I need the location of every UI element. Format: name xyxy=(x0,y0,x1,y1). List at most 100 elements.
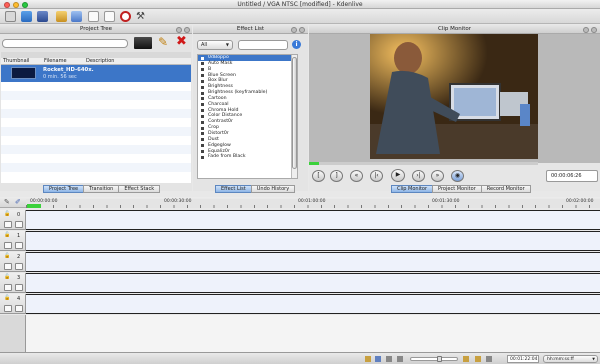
close-panel-icon[interactable] xyxy=(591,26,597,33)
main-toolbar: ⚒ xyxy=(0,9,600,24)
tab-effect-list[interactable]: Effect List xyxy=(215,185,252,193)
info-icon[interactable]: i xyxy=(292,40,301,49)
ruler-tick-label: 00:01:00:00 xyxy=(298,199,326,204)
status-icon[interactable] xyxy=(375,356,381,362)
track-lane[interactable] xyxy=(26,252,600,272)
new-file-icon[interactable] xyxy=(5,11,16,22)
status-icon[interactable] xyxy=(386,356,392,362)
mute-icon[interactable] xyxy=(4,242,12,249)
tab-project-tree[interactable]: Project Tree xyxy=(43,185,85,193)
lock-icon[interactable]: 🔓 xyxy=(4,295,10,301)
set-zone-end-icon[interactable]: ] xyxy=(330,170,343,182)
column-description[interactable]: Description xyxy=(86,58,114,64)
selection-tool-icon[interactable]: ✐ xyxy=(15,199,22,206)
track-lane[interactable] xyxy=(26,210,600,230)
track-lane[interactable] xyxy=(26,231,600,251)
lock-icon[interactable]: 🔓 xyxy=(4,253,10,259)
float-panel-icon[interactable] xyxy=(291,26,297,33)
edit-clip-icon[interactable]: ✎ xyxy=(158,36,170,49)
mute-icon[interactable] xyxy=(4,263,12,270)
title-bar: Untitled / VGA NTSC [modified] - Kdenliv… xyxy=(0,0,600,9)
lock-icon[interactable]: 🔓 xyxy=(4,211,10,217)
track-lane[interactable] xyxy=(26,273,600,293)
effect-tabs: Effect List Undo History xyxy=(215,185,296,193)
play-icon[interactable]: ▶ xyxy=(391,169,405,182)
add-clip-icon[interactable] xyxy=(134,37,152,49)
timeline-empty-area[interactable] xyxy=(26,315,600,352)
tab-effect-stack[interactable]: Effect Stack xyxy=(118,185,161,193)
wrench-icon[interactable]: ⚒ xyxy=(136,11,147,22)
timeline-ruler[interactable]: 00:00:00:00 00:00:30:00 00:01:00:00 00:0… xyxy=(26,199,600,208)
mute-icon[interactable] xyxy=(4,305,12,312)
previous-frame-icon[interactable]: |‹ xyxy=(370,170,383,182)
track-lane[interactable] xyxy=(26,294,600,314)
timecode-format-select[interactable]: hh:mm:ss:ff ▼ xyxy=(543,355,598,363)
hide-track-icon[interactable] xyxy=(15,242,23,249)
track-number: 2 xyxy=(17,254,21,260)
save-icon[interactable] xyxy=(37,11,48,22)
project-columns-header: Thumbnail Filename Description xyxy=(1,58,191,65)
float-panel-icon[interactable] xyxy=(176,26,182,33)
ruler-tick-label: 00:02:00:00 xyxy=(566,199,594,204)
float-panel-icon[interactable] xyxy=(583,26,589,33)
project-tabs: Project Tree Transition Effect Stack xyxy=(43,185,161,193)
lock-icon[interactable]: 🔓 xyxy=(4,232,10,238)
monitor-options-icon[interactable]: ◉ xyxy=(451,170,464,182)
hide-track-icon[interactable] xyxy=(15,263,23,270)
status-icon[interactable] xyxy=(397,356,403,362)
razor-tool-icon[interactable]: ✎ xyxy=(4,199,11,206)
status-icon[interactable] xyxy=(463,356,469,362)
video-frame[interactable] xyxy=(370,34,538,159)
redo-icon[interactable] xyxy=(71,11,82,22)
clip-filename: Rocket_HD-640x. xyxy=(43,67,94,73)
track-number: 1 xyxy=(17,233,21,239)
fast-forward-icon[interactable]: » xyxy=(431,170,444,182)
open-icon[interactable] xyxy=(21,11,32,22)
clip-thumbnail xyxy=(11,67,36,79)
track-header[interactable]: 🔓 2 xyxy=(0,252,26,272)
effect-filter-select[interactable]: All ▼ xyxy=(197,40,233,50)
status-icon[interactable] xyxy=(486,356,492,362)
clip-row[interactable]: Rocket_HD-640x. 0 min. 56 sec xyxy=(1,65,191,82)
delete-clip-icon[interactable]: ✖ xyxy=(176,35,188,48)
mute-icon[interactable] xyxy=(4,221,12,228)
tab-record-monitor[interactable]: Record Monitor xyxy=(480,185,531,193)
mute-icon[interactable] xyxy=(4,284,12,291)
effect-search-input[interactable] xyxy=(238,40,288,50)
track-header[interactable]: 🔓 0 xyxy=(0,210,26,230)
status-icon[interactable] xyxy=(475,356,481,362)
hide-track-icon[interactable] xyxy=(15,305,23,312)
zoom-slider[interactable] xyxy=(410,356,458,362)
tab-transition[interactable]: Transition xyxy=(83,185,120,193)
tab-clip-monitor[interactable]: Clip Monitor xyxy=(391,185,434,193)
monitor-position-track[interactable] xyxy=(309,162,538,165)
track-header[interactable]: 🔓 1 xyxy=(0,231,26,251)
close-panel-icon[interactable] xyxy=(184,26,190,33)
undo-icon[interactable] xyxy=(56,11,67,22)
status-icon[interactable] xyxy=(365,356,371,362)
track-number: 0 xyxy=(17,212,21,218)
column-filename[interactable]: Filename xyxy=(44,58,67,64)
hide-track-icon[interactable] xyxy=(15,284,23,291)
hide-track-icon[interactable] xyxy=(15,221,23,228)
column-thumbnail[interactable]: Thumbnail xyxy=(3,58,29,64)
record-icon[interactable] xyxy=(120,11,131,22)
close-panel-icon[interactable] xyxy=(299,26,305,33)
list-item[interactable]: Fade from Black xyxy=(198,154,297,160)
timeline-timecode-field[interactable]: 00:01:22:04 xyxy=(507,355,539,363)
copy-icon[interactable] xyxy=(104,11,115,22)
document-icon[interactable] xyxy=(88,11,99,22)
status-bar: 00:01:22:04 hh:mm:ss:ff ▼ xyxy=(0,352,600,364)
monitor-timecode-field[interactable]: 00:00:06:26 xyxy=(546,170,598,182)
effect-list-scrollbar[interactable] xyxy=(291,55,297,178)
set-zone-start-icon[interactable]: [ xyxy=(312,170,325,182)
track-header[interactable]: 🔓 4 xyxy=(0,294,26,314)
tab-project-monitor[interactable]: Project Monitor xyxy=(432,185,482,193)
lock-icon[interactable]: 🔓 xyxy=(4,274,10,280)
next-frame-icon[interactable]: ›| xyxy=(412,170,425,182)
project-search-input[interactable] xyxy=(2,39,128,48)
track-header[interactable]: 🔓 3 xyxy=(0,273,26,293)
playhead-zone[interactable] xyxy=(27,204,41,208)
rewind-icon[interactable]: « xyxy=(350,170,363,182)
tab-undo-history[interactable]: Undo History xyxy=(250,185,296,193)
